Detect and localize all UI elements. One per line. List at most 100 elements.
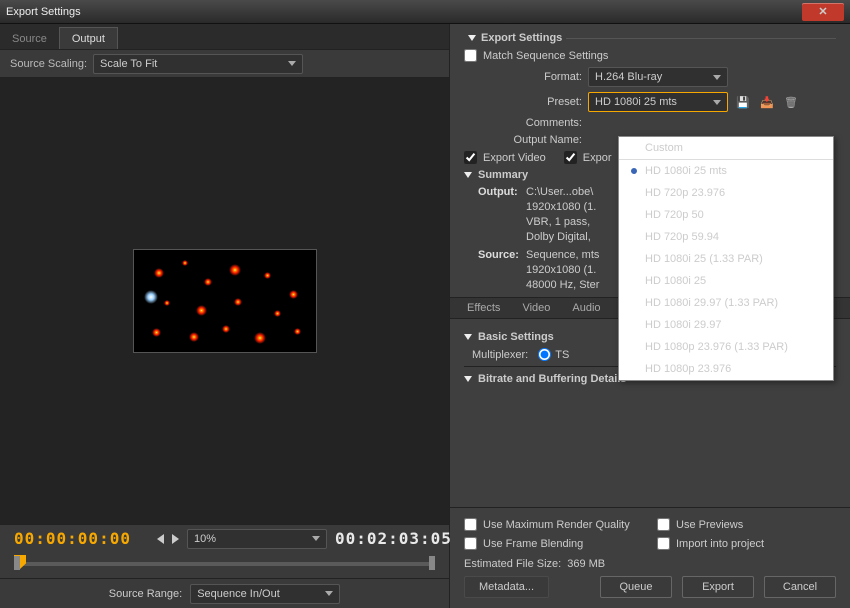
- max-render-quality-checkbox[interactable]: Use Maximum Render Quality: [464, 518, 643, 531]
- chevron-down-icon: [713, 75, 721, 80]
- import-preset-icon[interactable]: 📥: [758, 93, 776, 111]
- max-quality-label: Use Maximum Render Quality: [483, 519, 630, 531]
- preset-option-label: HD 1080p 23.976 (1.33 PAR): [645, 341, 788, 353]
- preset-option-label: HD 1080i 25 mts: [645, 165, 727, 177]
- source-range-label: Source Range:: [109, 588, 182, 600]
- timecode-out: 00:02:03:05: [335, 529, 452, 548]
- preset-value: HD 1080i 25 mts: [595, 96, 677, 108]
- preset-option-label: HD 1080i 25 (1.33 PAR): [645, 253, 763, 265]
- bitrate-heading: Bitrate and Buffering Details: [478, 373, 627, 385]
- zoom-dropdown[interactable]: 10%: [187, 529, 327, 549]
- export-button[interactable]: Export: [682, 576, 754, 598]
- multiplexer-ts-radio[interactable]: TS: [538, 348, 569, 361]
- preset-option[interactable]: HD 1080p 23.976 (1.33 PAR): [619, 336, 833, 358]
- basic-settings-heading: Basic Settings: [478, 331, 554, 343]
- preset-option[interactable]: HD 720p 50: [619, 204, 833, 226]
- export-label: Export: [702, 581, 734, 593]
- cancel-button[interactable]: Cancel: [764, 576, 836, 598]
- export-audio-checkbox[interactable]: Expor: [564, 151, 612, 164]
- queue-label: Queue: [619, 581, 652, 593]
- preset-option-label: HD 720p 50: [645, 209, 704, 221]
- disclosure-icon[interactable]: [464, 334, 472, 340]
- comments-label: Comments:: [464, 117, 582, 129]
- preset-option[interactable]: HD 1080i 25 mts: [619, 160, 833, 182]
- multiplexer-label: Multiplexer:: [472, 349, 528, 361]
- source-range-dropdown[interactable]: Sequence In/Out: [190, 584, 340, 604]
- use-previews-checkbox[interactable]: Use Previews: [657, 518, 836, 531]
- estimated-size-label: Estimated File Size:: [464, 558, 561, 570]
- prev-frame-icon[interactable]: [157, 534, 164, 544]
- preset-dropdown[interactable]: HD 1080i 25 mts: [588, 92, 728, 112]
- preset-option[interactable]: HD 1080i 29.97 (1.33 PAR): [619, 292, 833, 314]
- preset-option-label: HD 1080p 23.976: [645, 363, 731, 375]
- source-scaling-value: Scale To Fit: [100, 58, 157, 70]
- summary-heading: Summary: [478, 169, 528, 181]
- cancel-label: Cancel: [783, 581, 817, 593]
- tab-output[interactable]: Output: [59, 27, 118, 49]
- chevron-down-icon: [325, 591, 333, 596]
- tab-effects[interactable]: Effects: [456, 298, 511, 318]
- window-close-button[interactable]: ✕: [802, 3, 844, 21]
- preset-option[interactable]: HD 720p 23.976: [619, 182, 833, 204]
- format-dropdown[interactable]: H.264 Blu-ray: [588, 67, 728, 87]
- timeline-scrubber[interactable]: [0, 552, 449, 578]
- preview-frame: [133, 249, 317, 353]
- out-handle[interactable]: [429, 556, 435, 570]
- timecode-in[interactable]: 00:00:00:00: [14, 529, 131, 548]
- trash-icon[interactable]: 🗑: [782, 93, 800, 111]
- mux-ts-label: TS: [555, 349, 569, 361]
- summary-output-line: C:\User...obe\: [526, 186, 593, 198]
- disclosure-icon[interactable]: [464, 172, 472, 178]
- preset-option[interactable]: HD 1080i 25: [619, 270, 833, 292]
- queue-button[interactable]: Queue: [600, 576, 672, 598]
- summary-source-label: Source:: [478, 248, 526, 262]
- import-project-label: Import into project: [676, 538, 764, 550]
- preset-option[interactable]: Custom: [619, 137, 833, 159]
- export-video-checkbox[interactable]: Export Video: [464, 151, 546, 164]
- preset-option-label: HD 1080i 29.97: [645, 319, 721, 331]
- disclosure-icon[interactable]: [468, 35, 476, 41]
- preset-option[interactable]: HD 1080p 23.976: [619, 358, 833, 380]
- chevron-down-icon: [713, 100, 721, 105]
- save-preset-icon[interactable]: 💾: [734, 93, 752, 111]
- format-value: H.264 Blu-ray: [595, 71, 662, 83]
- previews-label: Use Previews: [676, 519, 743, 531]
- preset-option-label: Custom: [645, 142, 683, 154]
- preset-option[interactable]: HD 1080i 25 (1.33 PAR): [619, 248, 833, 270]
- preset-dropdown-menu[interactable]: Custom HD 1080i 25 mts HD 720p 23.976 HD 72…: [618, 136, 834, 381]
- chevron-down-icon: [288, 61, 296, 66]
- metadata-label: Metadata...: [479, 581, 534, 593]
- next-frame-icon[interactable]: [172, 534, 179, 544]
- zoom-value: 10%: [194, 533, 216, 545]
- video-preview: [0, 78, 449, 524]
- close-icon: ✕: [818, 5, 827, 18]
- output-name-label: Output Name:: [464, 134, 582, 146]
- format-label: Format:: [464, 71, 582, 83]
- preset-option[interactable]: HD 720p 59.94: [619, 226, 833, 248]
- disclosure-icon[interactable]: [464, 376, 472, 382]
- window-title: Export Settings: [6, 6, 81, 18]
- source-scaling-dropdown[interactable]: Scale To Fit: [93, 54, 303, 74]
- metadata-button[interactable]: Metadata...: [464, 576, 549, 598]
- preset-option-label: HD 1080i 29.97 (1.33 PAR): [645, 297, 778, 309]
- in-handle[interactable]: [14, 556, 20, 570]
- frame-blend-label: Use Frame Blending: [483, 538, 583, 550]
- preset-option[interactable]: HD 1080i 29.97: [619, 314, 833, 336]
- chevron-down-icon: [312, 536, 320, 541]
- summary-source-line: Sequence, mts: [526, 249, 599, 261]
- export-video-label: Export Video: [483, 152, 546, 164]
- import-project-checkbox[interactable]: Import into project: [657, 537, 836, 550]
- summary-output-label: Output:: [478, 185, 526, 199]
- tab-audio[interactable]: Audio: [561, 298, 611, 318]
- match-sequence-checkbox[interactable]: Match Sequence Settings: [464, 49, 608, 62]
- source-range-value: Sequence In/Out: [197, 588, 280, 600]
- preset-option-label: HD 720p 23.976: [645, 187, 725, 199]
- export-audio-label: Expor: [583, 152, 612, 164]
- preset-option-label: HD 720p 59.94: [645, 231, 719, 243]
- tab-source[interactable]: Source: [0, 28, 59, 49]
- tab-video[interactable]: Video: [511, 298, 561, 318]
- estimated-size-value: 369 MB: [567, 558, 605, 570]
- frame-blending-checkbox[interactable]: Use Frame Blending: [464, 537, 643, 550]
- preset-label: Preset:: [464, 96, 582, 108]
- match-sequence-label: Match Sequence Settings: [483, 50, 608, 62]
